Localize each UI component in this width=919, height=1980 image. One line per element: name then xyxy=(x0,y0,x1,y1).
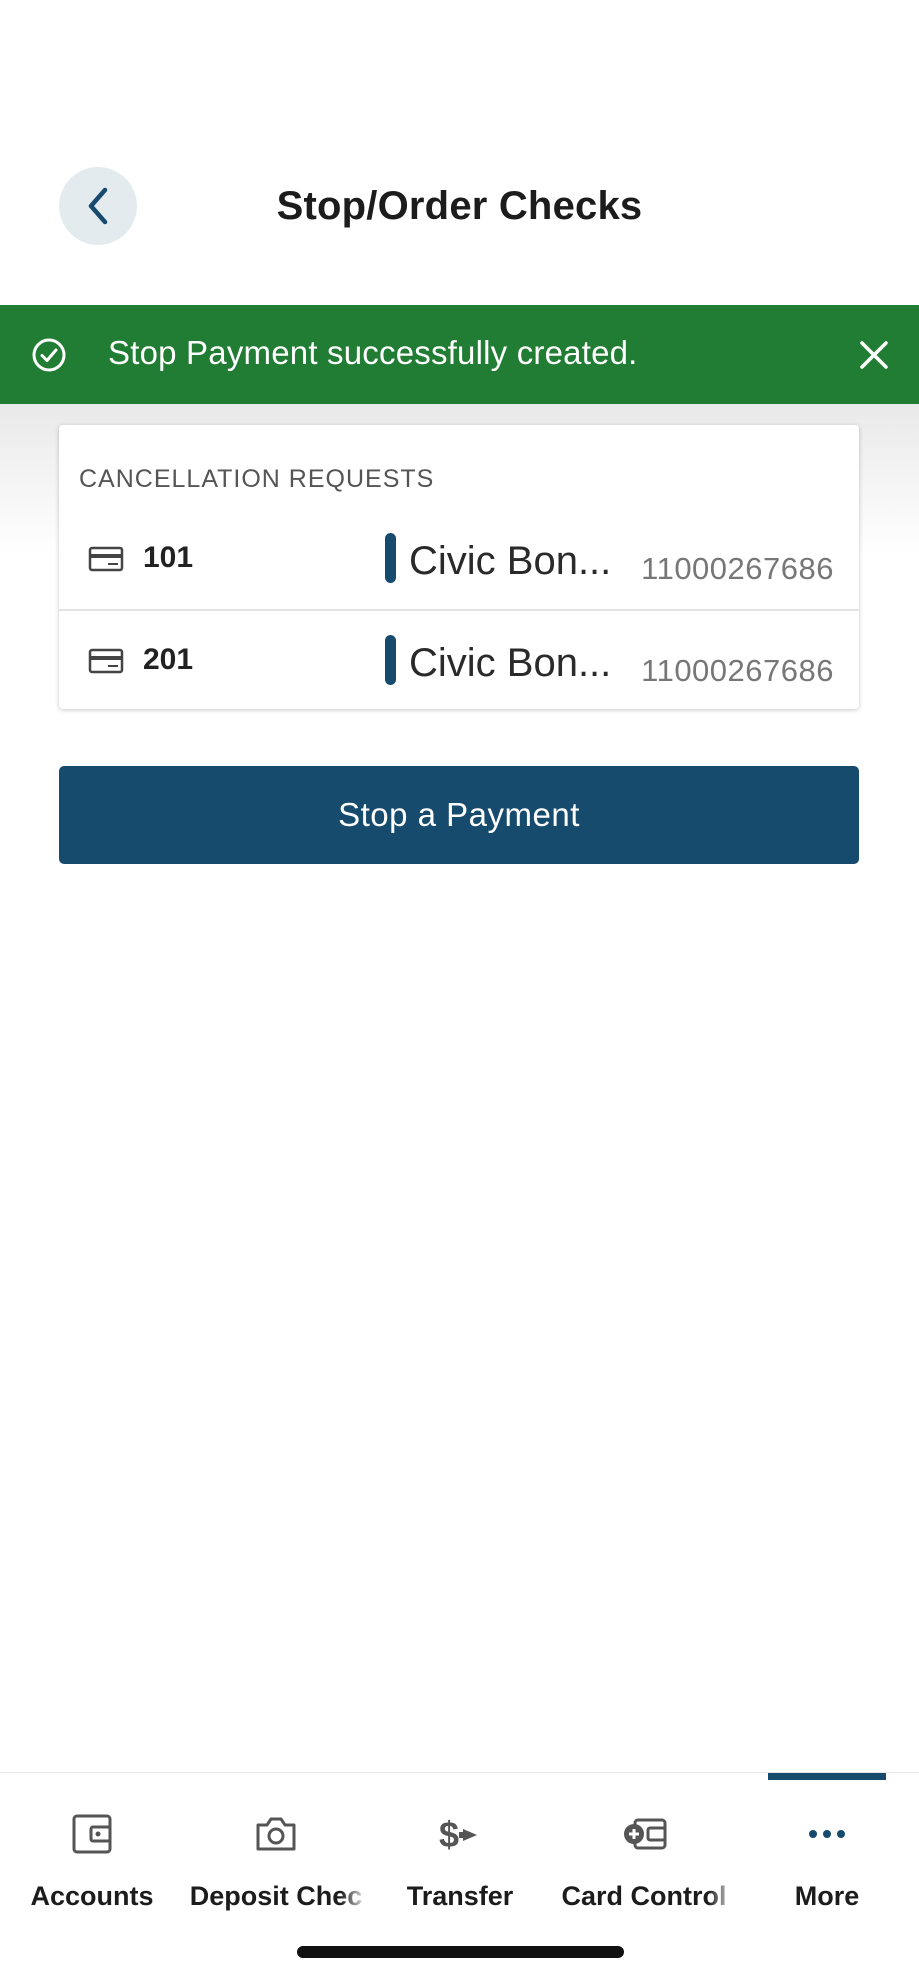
account-name: Civic Bon... xyxy=(409,539,612,583)
tab-label: Card Control xyxy=(561,1881,727,1911)
tab-deposit-checks[interactable]: Deposit Chec xyxy=(184,1773,368,1913)
camera-icon xyxy=(256,1817,296,1851)
tab-label: Deposit Chec xyxy=(189,1881,363,1911)
check-number: 201 xyxy=(143,643,194,676)
page-title: Stop/Order Checks xyxy=(276,184,643,228)
more-dots-icon xyxy=(809,1830,845,1838)
account-number: 11000267686 xyxy=(641,551,834,586)
success-banner: Stop Payment successfully created. xyxy=(0,305,919,404)
tab-card-control[interactable]: Card Control xyxy=(552,1773,736,1913)
stop-payment-button[interactable]: Stop a Payment xyxy=(59,766,859,864)
wallet-icon xyxy=(72,1814,112,1854)
screen: Stop/Order Checks Stop Payment successfu… xyxy=(0,0,919,1980)
tab-label: More xyxy=(794,1881,860,1911)
banner-message: Stop Payment successfully created. xyxy=(108,334,638,371)
dollar-transfer-icon: $ xyxy=(439,1814,477,1855)
tab-label: Accounts xyxy=(30,1881,154,1911)
tab-transfer[interactable]: $ Transfer xyxy=(368,1773,552,1913)
check-circle-icon xyxy=(32,338,66,372)
account-color-bar xyxy=(385,533,396,583)
header: Stop/Order Checks xyxy=(0,148,919,268)
cancellation-requests-card: CANCELLATION REQUESTS 101 Civic Bon... 1… xyxy=(59,425,859,709)
check-icon xyxy=(88,546,124,572)
home-indicator xyxy=(297,1946,624,1958)
card-header: CANCELLATION REQUESTS xyxy=(79,465,435,493)
tab-label: Transfer xyxy=(406,1881,514,1911)
svg-text:$: $ xyxy=(439,1814,459,1855)
account-number: 11000267686 xyxy=(641,653,834,688)
close-icon[interactable] xyxy=(857,338,891,372)
account-color-bar xyxy=(385,635,396,685)
tab-more[interactable]: More xyxy=(735,1773,919,1913)
cancellation-row[interactable]: 101 Civic Bon... 11000267686 xyxy=(59,509,859,609)
check-icon xyxy=(88,648,124,674)
card-control-icon xyxy=(624,1818,667,1850)
account-name: Civic Bon... xyxy=(409,641,612,685)
check-number: 101 xyxy=(143,541,194,574)
cancellation-row[interactable]: 201 Civic Bon... 11000267686 xyxy=(59,609,859,709)
tab-accounts[interactable]: Accounts xyxy=(0,1773,184,1913)
